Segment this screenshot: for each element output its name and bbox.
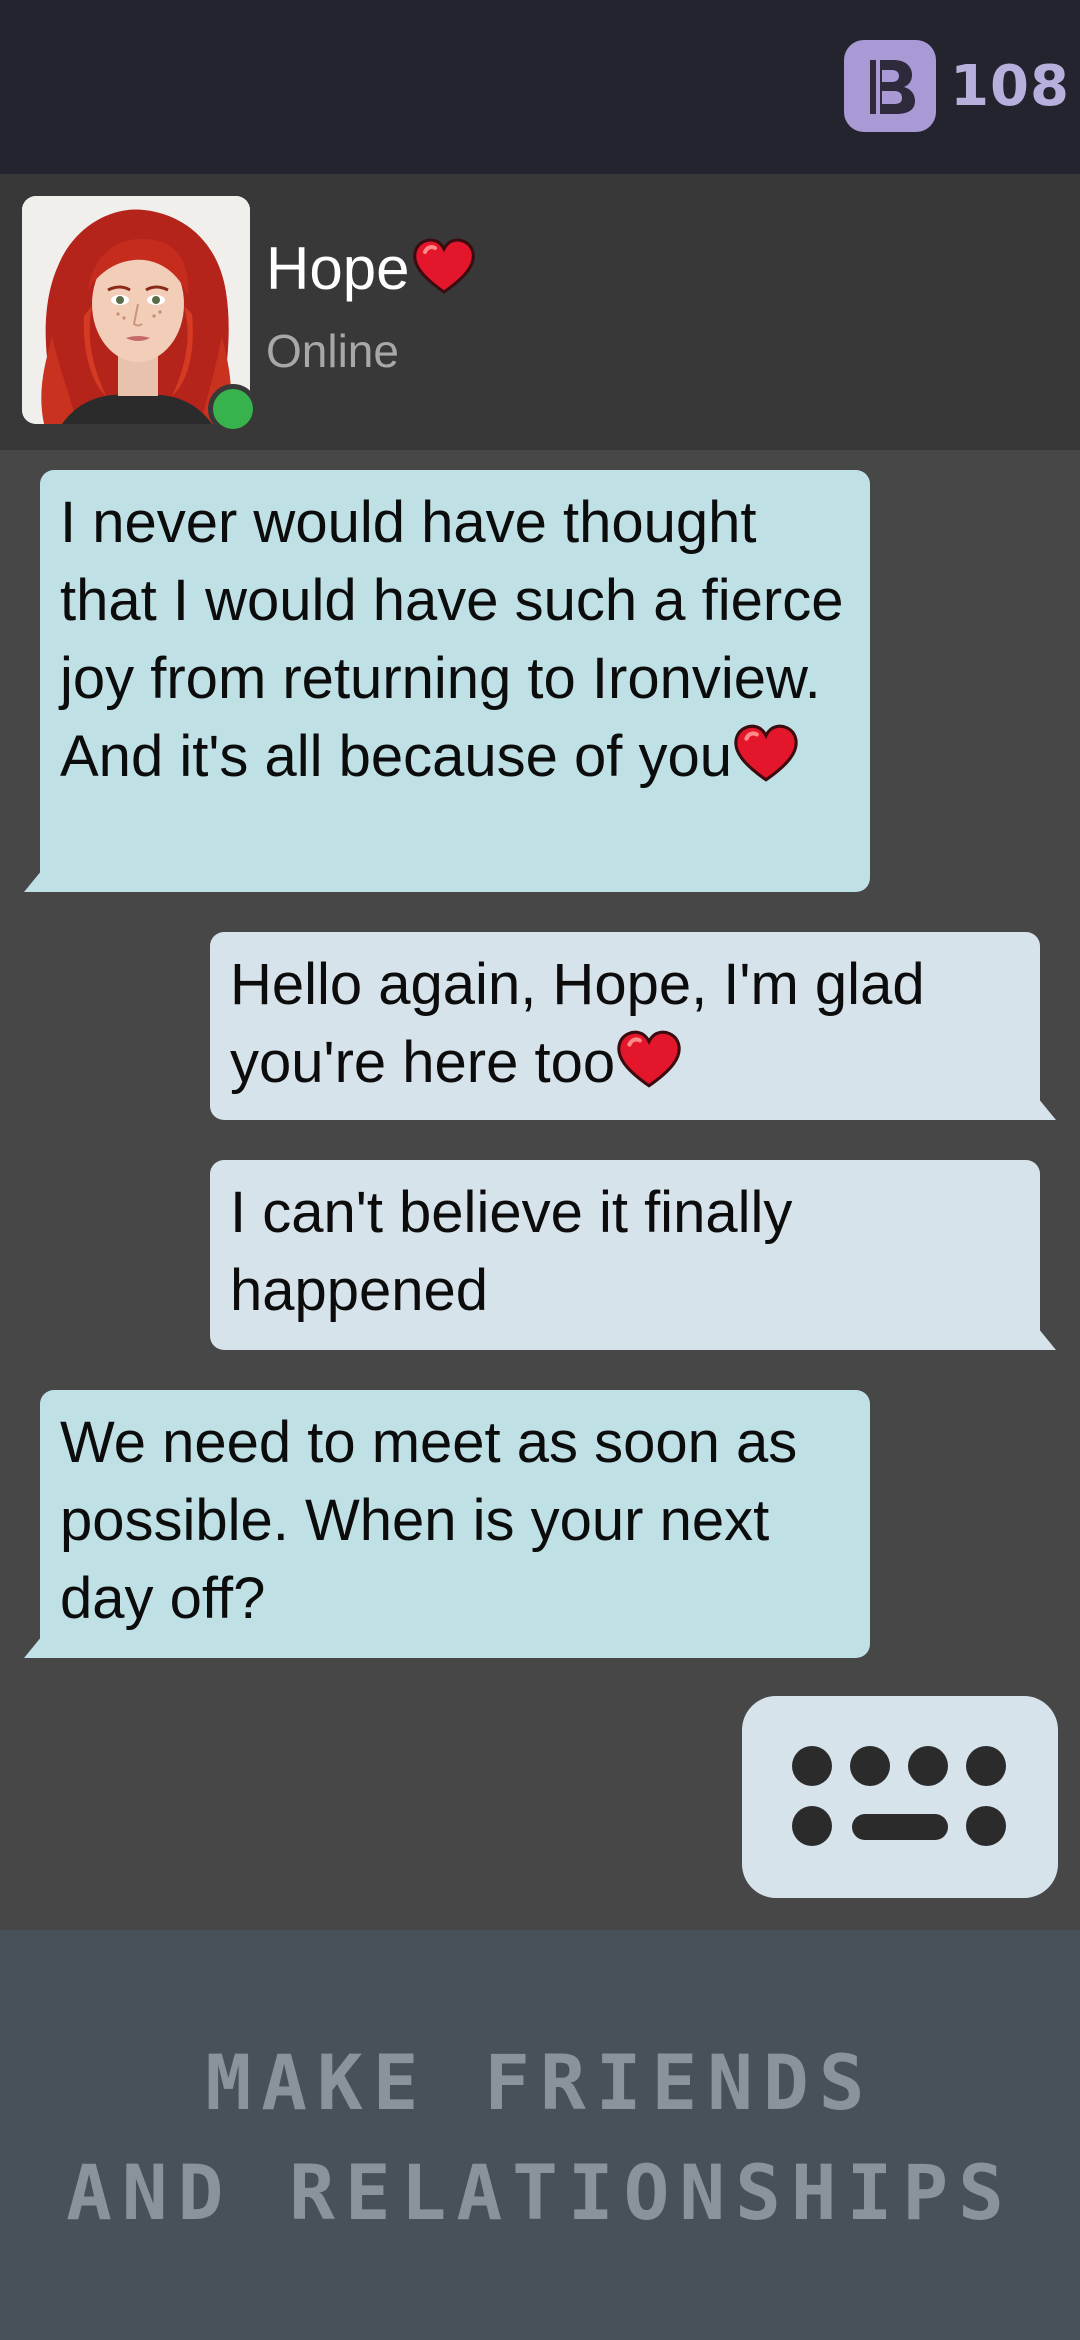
banner-line-2: AND RELATIONSHIPS [66, 2148, 1014, 2237]
reply-keyboard-button[interactable] [742, 1696, 1058, 1898]
heart-icon [411, 236, 477, 296]
contact-name-text: Hope [266, 235, 410, 302]
message-text: Hello again, Hope, I'm glad you're here … [230, 952, 925, 1095]
message-outgoing: Hello again, Hope, I'm glad you're here … [210, 932, 1056, 1120]
message-text: I can't believe it finally happened [230, 1180, 793, 1323]
currency-counter[interactable]: 108 [844, 40, 1070, 132]
message-text: I never would have thought that I would … [60, 490, 844, 789]
contact-header[interactable]: Hope Online [0, 174, 1080, 450]
contact-status: Online [266, 325, 399, 377]
banner-line-1: MAKE FRIENDS [205, 2038, 875, 2127]
message-incoming: I never would have thought that I would … [24, 470, 870, 892]
currency-value: 108 [950, 53, 1070, 119]
contact-name: Hope [266, 234, 477, 303]
message-incoming: We need to meet as soon as possible. Whe… [24, 1390, 870, 1658]
heart-icon [732, 722, 800, 784]
top-bar: 108 [0, 0, 1080, 174]
message-outgoing: I can't believe it finally happened [210, 1160, 1056, 1350]
promo-banner: MAKE FRIENDS AND RELATIONSHIPS [0, 1930, 1080, 2340]
b-coin-icon [844, 40, 937, 132]
message-text: We need to meet as soon as possible. Whe… [60, 1410, 798, 1631]
keyboard-icon [792, 1746, 1006, 1846]
online-status-dot [208, 384, 258, 434]
heart-icon [615, 1028, 683, 1090]
